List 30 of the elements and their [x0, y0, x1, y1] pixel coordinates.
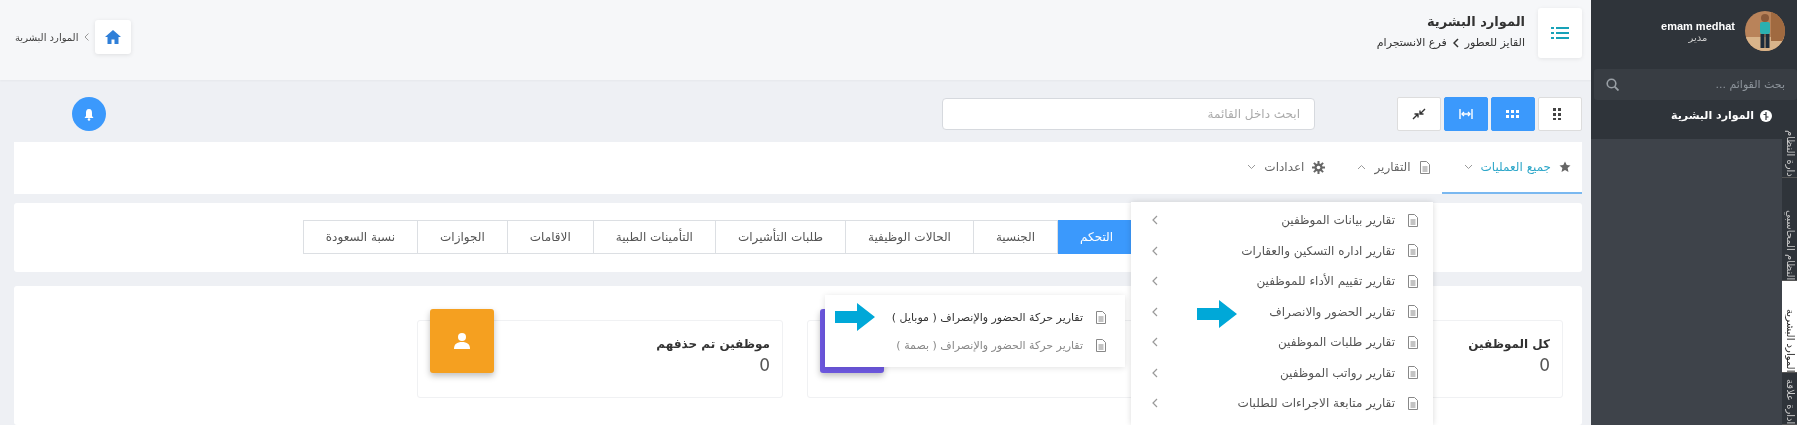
module-tab[interactable]: الموارد البشرية	[1782, 281, 1797, 373]
stat-value: 0	[759, 355, 770, 375]
breadcrumb-link[interactable]: فرع الانستجرام	[1376, 36, 1447, 49]
tab[interactable]: طلبات التأشيرات	[715, 220, 847, 254]
search-field[interactable]: ابحث داخل القائمة	[942, 98, 1315, 130]
tab[interactable]: الجوازات	[418, 220, 508, 254]
menu-item[interactable]: تقارير متابعة الاجراءات للطلبات	[1131, 388, 1433, 419]
menu-item[interactable]: تقارير حركة الحضور والإنصراف ( موبايل )	[825, 303, 1125, 331]
stat-label: كل الموظفين	[1468, 337, 1550, 351]
menu-item[interactable]: تقارير تقييم الأداء للموظفين	[1131, 266, 1433, 297]
stat-label: موظفين تم حذفهم	[656, 337, 770, 351]
module-tab[interactable]: ادارة علاقة	[1782, 376, 1797, 425]
menu-item[interactable]: تقارير الحضور والانصراف	[1131, 296, 1433, 327]
menu-item[interactable]: تقارير طلبات الموظفين	[1131, 327, 1433, 358]
tab[interactable]: نسبة السعودة	[302, 220, 419, 254]
nav-tab[interactable]: اعدادات	[1225, 142, 1336, 194]
tab[interactable]: التأمينات الطبية	[593, 220, 716, 254]
user-role: مدير	[1688, 31, 1708, 43]
stat-value: 0	[1539, 355, 1550, 375]
tab[interactable]: الحالات الوظيفية	[846, 220, 974, 254]
search-field[interactable]: بحث القوائم ...	[1594, 69, 1797, 100]
user-name: emam medhat	[1661, 19, 1735, 32]
tab[interactable]: الجنسية	[973, 220, 1058, 254]
tab[interactable]: الاقامات	[507, 220, 594, 254]
breadcrumb-item[interactable]: الموارد البشرية	[15, 31, 79, 43]
menu-item[interactable]: تقارير حركة الحضور والإنصراف ( بصمة )	[825, 331, 1125, 359]
page-title: الموارد البشرية	[1425, 14, 1525, 29]
nav-tab[interactable]: التقارير	[1335, 142, 1442, 194]
breadcrumb-link[interactable]: القايز للعطور	[1464, 36, 1525, 49]
menu-item[interactable]: تقارير رواتب الموظفين	[1131, 357, 1433, 388]
